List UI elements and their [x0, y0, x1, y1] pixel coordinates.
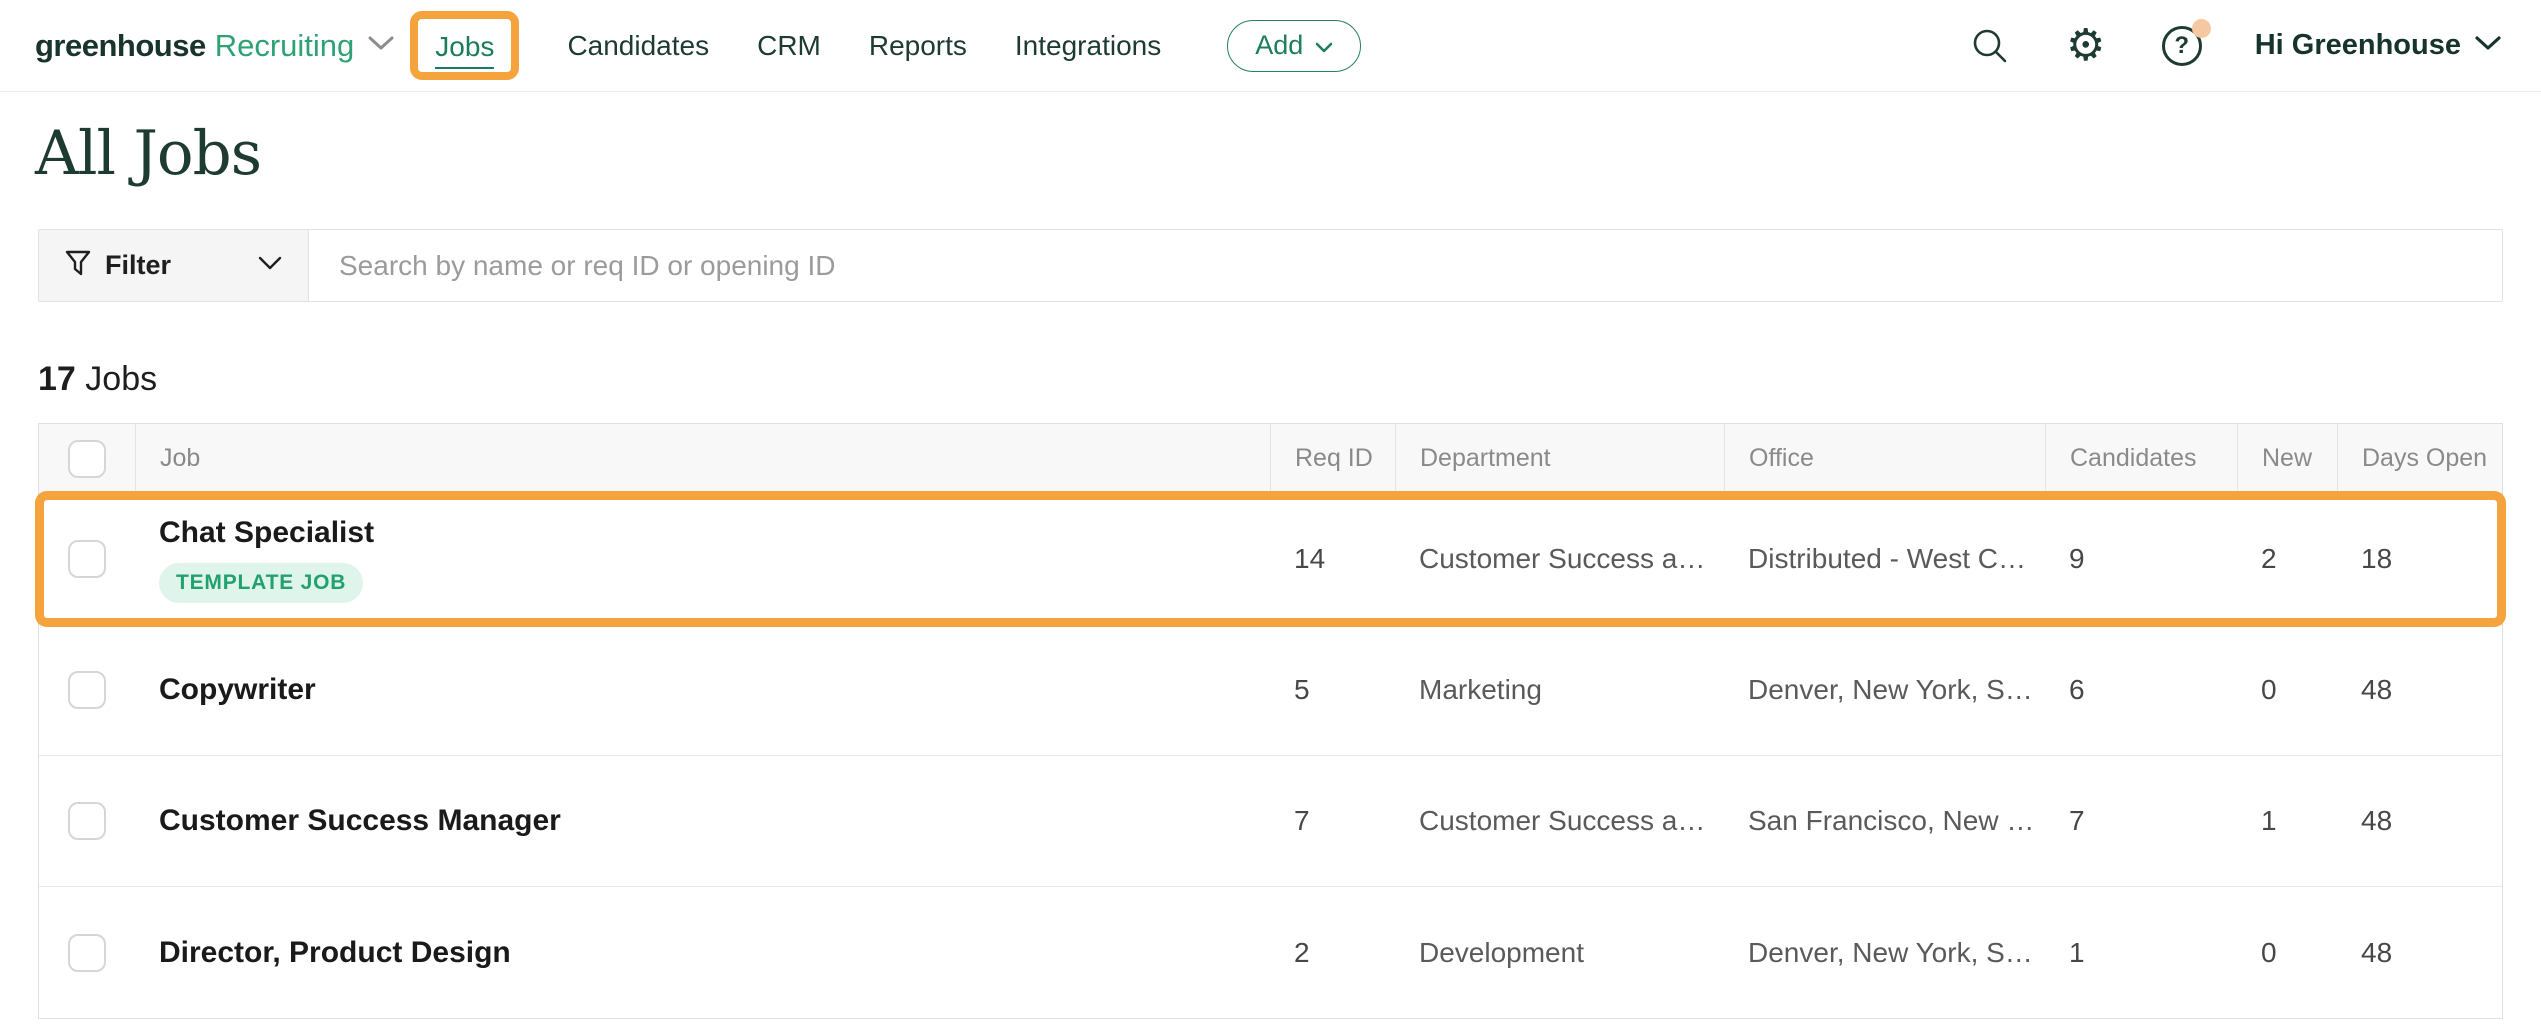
row-checkbox[interactable] [68, 671, 106, 709]
add-button-label: Add [1255, 30, 1303, 61]
table-row[interactable]: Copywriter 5 Marketing Denver, New York,… [39, 625, 2502, 756]
user-menu[interactable]: Hi Greenhouse [2255, 29, 2501, 62]
filter-label: Filter [105, 250, 171, 281]
row-checkbox[interactable] [68, 540, 106, 578]
logo-brand: greenhouse [35, 28, 206, 64]
search-input[interactable] [309, 230, 2502, 301]
jobs-count-label: Jobs [85, 360, 157, 398]
chevron-down-icon [1315, 30, 1333, 61]
column-header-office[interactable]: Office [1725, 444, 1814, 473]
cell-candidates: 6 [2045, 674, 2237, 706]
column-header-job[interactable]: Job [136, 444, 200, 473]
page-title: All Jobs [35, 118, 2541, 189]
cell-days-open: 48 [2337, 937, 2502, 969]
table-header: Job Req ID Department Office Candidates … [39, 424, 2502, 494]
job-title-link[interactable]: Copywriter [159, 673, 1270, 707]
nav-utilities: ⚙ ? Hi Greenhouse [1967, 23, 2501, 69]
select-all-checkbox[interactable] [68, 440, 106, 478]
cell-req-id: 14 [1270, 543, 1395, 575]
nav-item-jobs[interactable]: Jobs [435, 31, 494, 69]
cell-department: Marketing [1395, 674, 1724, 706]
cell-office: Distributed - West C… [1724, 543, 2045, 575]
funnel-icon [65, 249, 91, 282]
cell-department: Development [1395, 937, 1724, 969]
cell-candidates: 7 [2045, 805, 2237, 837]
nav-item-reports[interactable]: Reports [869, 30, 967, 62]
table-row[interactable]: Director, Product Design 2 Development D… [39, 887, 2502, 1018]
nav-item-crm[interactable]: CRM [757, 30, 821, 62]
job-title-link[interactable]: Director, Product Design [159, 936, 1270, 970]
cell-days-open: 18 [2337, 543, 2502, 575]
cell-req-id: 5 [1270, 674, 1395, 706]
row-checkbox[interactable] [68, 802, 106, 840]
chevron-down-icon [2475, 35, 2501, 56]
table-row[interactable]: Customer Success Manager 7 Customer Succ… [39, 756, 2502, 887]
cell-candidates: 1 [2045, 937, 2237, 969]
cell-department: Customer Success a… [1395, 543, 1724, 575]
column-header-new[interactable]: New [2238, 444, 2312, 473]
column-header-days-open[interactable]: Days Open [2338, 444, 2487, 473]
cell-new: 2 [2237, 543, 2337, 575]
cell-candidates: 9 [2045, 543, 2237, 575]
job-title-link[interactable]: Chat Specialist [159, 516, 1270, 550]
cell-req-id: 7 [1270, 805, 1395, 837]
column-header-candidates[interactable]: Candidates [2046, 444, 2196, 473]
cell-new: 0 [2237, 674, 2337, 706]
cell-days-open: 48 [2337, 674, 2502, 706]
cell-req-id: 2 [1270, 937, 1395, 969]
notification-dot [2192, 19, 2211, 38]
search-icon[interactable] [1967, 23, 2013, 69]
table-row[interactable]: Chat Specialist TEMPLATE JOB 14 Customer… [39, 494, 2502, 625]
app-window: greenhouse Recruiting Jobs Candidates CR… [0, 0, 2541, 1030]
filter-button[interactable]: Filter [39, 230, 309, 301]
cell-department: Customer Success a… [1395, 805, 1724, 837]
template-job-badge: TEMPLATE JOB [159, 563, 363, 603]
top-nav: greenhouse Recruiting Jobs Candidates CR… [0, 0, 2541, 92]
filter-bar: Filter [38, 229, 2503, 302]
cell-new: 1 [2237, 805, 2337, 837]
user-name: Hi Greenhouse [2255, 29, 2461, 62]
chevron-down-icon [368, 35, 394, 56]
gear-glyph: ⚙ [2066, 24, 2105, 68]
chevron-down-icon [258, 256, 282, 275]
cell-office: Denver, New York, S… [1724, 674, 2045, 706]
jobs-count: 17 Jobs [38, 360, 2541, 399]
main-content: All Jobs Filter 17 Jobs Job [0, 118, 2541, 1019]
cell-new: 0 [2237, 937, 2337, 969]
active-tab-highlight: Jobs [410, 11, 519, 80]
primary-nav: Jobs Candidates CRM Reports Integrations [410, 11, 1161, 80]
logo[interactable]: greenhouse Recruiting [35, 28, 394, 64]
job-title-link[interactable]: Customer Success Manager [159, 804, 1270, 838]
gear-icon[interactable]: ⚙ [2063, 23, 2109, 69]
column-header-department[interactable]: Department [1396, 444, 1551, 473]
help-icon[interactable]: ? [2159, 23, 2205, 69]
nav-item-integrations[interactable]: Integrations [1015, 30, 1161, 62]
jobs-count-number: 17 [38, 360, 76, 398]
nav-item-candidates[interactable]: Candidates [567, 30, 709, 62]
add-button[interactable]: Add [1227, 20, 1361, 72]
column-header-req-id[interactable]: Req ID [1271, 444, 1373, 473]
row-checkbox[interactable] [68, 934, 106, 972]
logo-product: Recruiting [215, 28, 355, 64]
cell-office: Denver, New York, S… [1724, 937, 2045, 969]
jobs-table: Job Req ID Department Office Candidates … [38, 423, 2503, 1019]
cell-days-open: 48 [2337, 805, 2502, 837]
cell-office: San Francisco, New … [1724, 805, 2045, 837]
